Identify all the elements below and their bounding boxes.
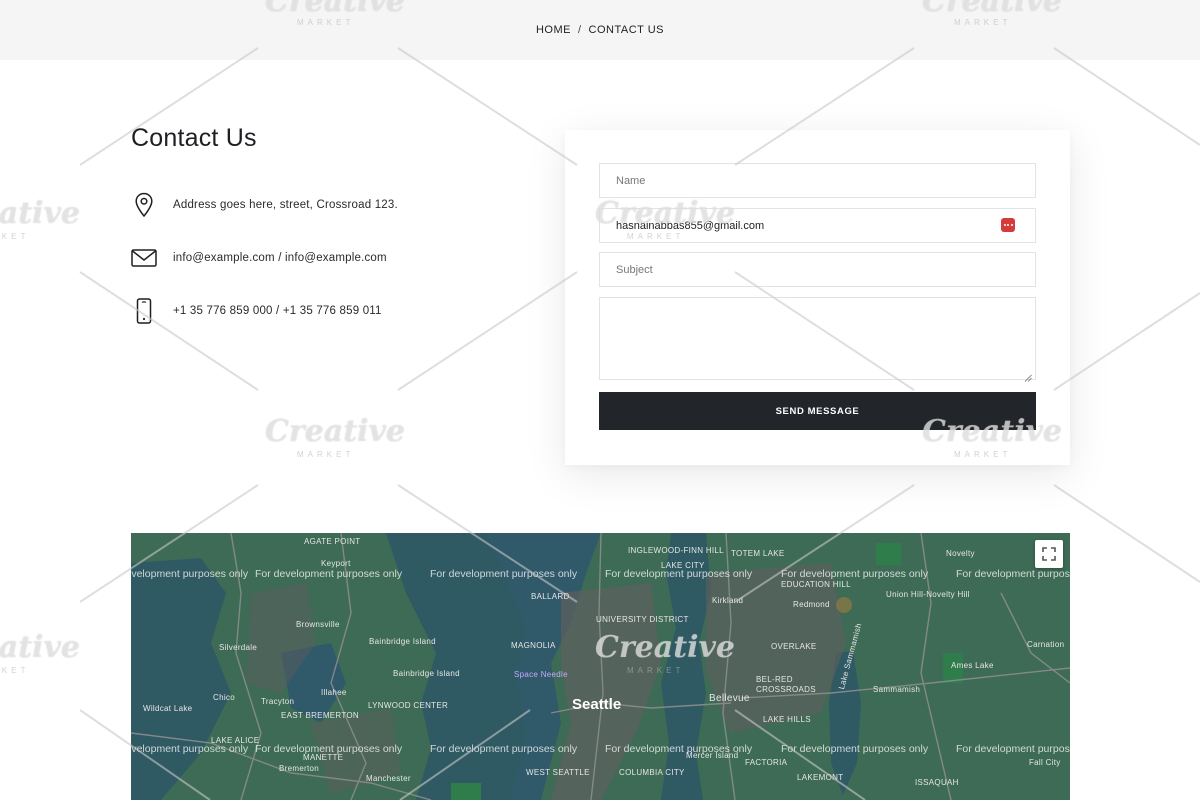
map-place-label: Manchester [366, 774, 411, 783]
map-fullscreen-button[interactable] [1035, 540, 1063, 568]
map-dev-notice: For development purposes only [430, 743, 578, 755]
map-dev-notice: For development purposes only [131, 568, 249, 580]
phone-text[interactable]: +1 35 776 859 000 / +1 35 776 859 011 [173, 305, 382, 317]
google-map[interactable]: AGATE POINT Keyport INGLEWOOD-FINN HILL … [131, 533, 1070, 800]
map-place-label: INGLEWOOD-FINN HILL [628, 546, 724, 555]
map-place-label: Sammamish [873, 685, 921, 694]
map-place-label: Silverdale [219, 643, 258, 652]
map-place-label: UNIVERSITY DISTRICT [596, 615, 689, 624]
watermark-logo: Creative [0, 196, 80, 231]
map-place-label: Tracyton [261, 697, 295, 706]
message-textarea[interactable] [599, 297, 1036, 380]
map-place-label: FACTORIA [745, 758, 788, 767]
map-place-label: Bellevue [709, 693, 750, 704]
map-place-label: EAST BREMERTON [281, 711, 359, 720]
map-dev-notice: For development purposes only [131, 743, 249, 755]
map-place-label: Kirkland [712, 596, 744, 605]
map-dev-notice: For development purposes only [430, 568, 578, 580]
address-text: Address goes here, street, Crossroad 123… [173, 199, 398, 211]
breadcrumb-home-link[interactable]: HOME [536, 24, 571, 36]
map-place-label: CROSSROADS [756, 685, 816, 694]
map-place-label: MAGNOLIA [511, 641, 556, 650]
map-place-label: BEL-RED [756, 675, 793, 684]
email-text[interactable]: info@example.com / info@example.com [173, 252, 387, 264]
breadcrumb: HOME / CONTACT US [0, 0, 1200, 60]
map-dev-notice: For development purposes only [255, 743, 403, 755]
map-place-label: ISSAQUAH [915, 778, 959, 787]
mobile-phone-icon [131, 298, 157, 324]
map-place-label: Chico [213, 693, 235, 702]
map-place-label: AGATE POINT [304, 537, 361, 546]
map-place-label: Illahee [321, 688, 347, 697]
map-place-label: Bainbridge Island [393, 669, 460, 678]
watermark-logo-sub: MARKET [0, 666, 30, 675]
map-place-label: Wildcat Lake [143, 704, 193, 713]
envelope-icon [131, 245, 157, 271]
map-place-label: WEST SEATTLE [526, 768, 590, 777]
map-pin-icon [131, 192, 157, 218]
send-message-button[interactable]: SEND MESSAGE [599, 392, 1036, 430]
map-dev-notice: For development purposes only [255, 568, 403, 580]
password-manager-icon[interactable] [1001, 218, 1015, 232]
map-dev-notice: For development purposes only [781, 568, 929, 580]
watermark-logo-sub: MARKET [297, 450, 355, 459]
map-place-label: Fall City [1029, 758, 1061, 767]
watermark-logo-sub: MARKET [0, 232, 30, 241]
map-place-label: Ames Lake [951, 661, 994, 670]
map-place-label: LAKE HILLS [763, 715, 811, 724]
breadcrumb-current: CONTACT US [588, 24, 665, 36]
resize-handle-icon[interactable] [1024, 369, 1032, 382]
map-dev-notice: For development purposes only [605, 568, 753, 580]
map-place-label: EDUCATION HILL [781, 580, 851, 589]
map-dev-notice: For development purposes only [605, 743, 753, 755]
map-place-label: TOTEM LAKE [731, 549, 785, 558]
map-place-label: Bremerton [279, 764, 320, 773]
map-dev-notice: For development purposes only [781, 743, 929, 755]
email-input[interactable] [599, 208, 1036, 243]
map-place-label: Keyport [321, 559, 351, 568]
map-place-label: Bainbridge Island [369, 637, 436, 646]
map-place-label: Union Hill-Novelty Hill [886, 590, 970, 599]
space-needle-label[interactable]: Space Needle [514, 670, 568, 679]
map-place-label: LAKEMONT [797, 773, 844, 782]
map-dev-notice: For development purposes only [956, 568, 1070, 580]
contact-email: info@example.com / info@example.com [131, 245, 387, 271]
map-place-label: COLUMBIA CITY [619, 768, 685, 777]
watermark-logo: Creative [0, 630, 80, 665]
name-input[interactable] [599, 163, 1036, 198]
map-place-label: LYNWOOD CENTER [368, 701, 449, 710]
map-place-label: Brownsville [296, 620, 340, 629]
contact-phone: +1 35 776 859 000 / +1 35 776 859 011 [131, 298, 381, 324]
map-place-label: Redmond [793, 600, 830, 609]
contact-address: Address goes here, street, Crossroad 123… [131, 192, 398, 218]
contact-form: SEND MESSAGE [565, 130, 1070, 465]
map-place-label: Carnation [1027, 640, 1065, 649]
map-place-label: OVERLAKE [771, 642, 817, 651]
breadcrumb-separator: / [577, 24, 582, 36]
map-place-label: Novelty [946, 549, 975, 558]
map-place-label: BALLARD [531, 592, 570, 601]
fullscreen-icon [1042, 547, 1056, 561]
map-city-label-seattle: Seattle [572, 696, 622, 713]
watermark-logo: Creative [265, 414, 405, 449]
subject-input[interactable] [599, 252, 1036, 287]
map-dev-notice: For development purposes only [956, 743, 1070, 755]
page-title: Contact Us [131, 124, 257, 152]
